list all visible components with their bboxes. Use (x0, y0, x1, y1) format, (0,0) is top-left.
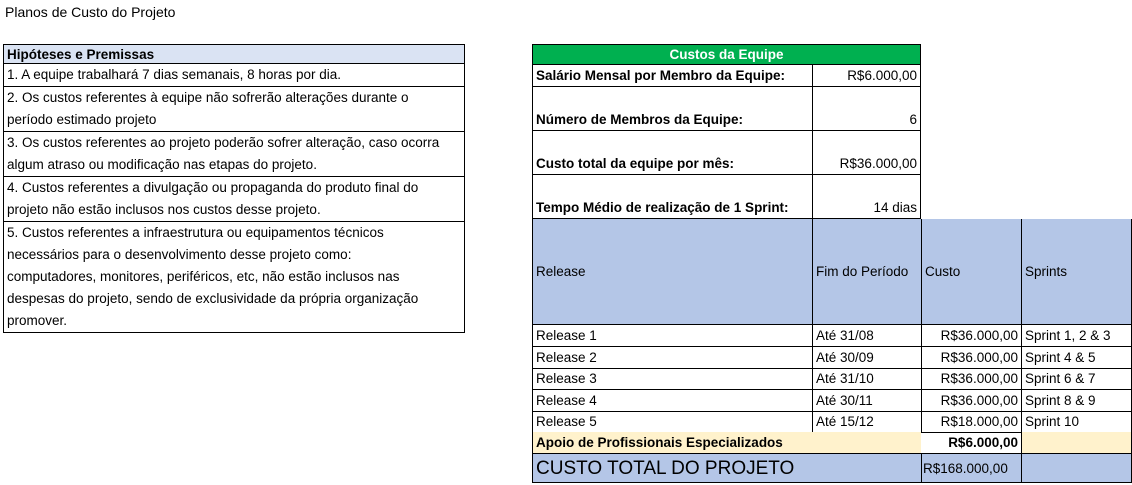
column-header: Sprints (1021, 219, 1132, 325)
release-cell: Até 30/09 (812, 346, 921, 369)
hypothesis-line: período estimado projeto (7, 112, 157, 127)
release-cell: Sprint 8 & 9 (1021, 389, 1132, 412)
hypothesis-item: 5. Custos referentes a infraestrutura ou… (4, 221, 464, 332)
hypothesis-line: 1. A equipe trabalhará 7 dias semanais, … (7, 67, 341, 82)
hypothesis-item: 1. A equipe trabalhará 7 dias semanais, … (4, 64, 464, 86)
column-header: Release (532, 219, 812, 325)
release-cell: R$36.000,00 (921, 368, 1021, 390)
release-cell: R$36.000,00 (921, 389, 1021, 412)
release-cell: Sprint 1, 2 & 3 (1021, 325, 1132, 347)
team-cost-label: Custo total da equipe por mês: (532, 131, 812, 175)
release-cell: Release 2 (532, 346, 812, 369)
hypothesis-line: projeto não estão inclusos nos custos de… (7, 202, 321, 217)
hypothesis-line: 4. Custos referentes a divulgação ou pro… (7, 180, 419, 195)
release-cell: Até 31/10 (812, 368, 921, 390)
support-value: R$6.000,00 (900, 432, 1021, 454)
hypothesis-line: despesas do projeto, sendo de exclusivid… (7, 291, 419, 306)
project-total-value: R$168.000,00 (921, 454, 1021, 483)
hypothesis-line: 2. Os custos referentes à equipe não sof… (7, 90, 409, 105)
hypothesis-line: necessários para o desenvolvimento desse… (7, 247, 352, 262)
team-cost-value: 6 (812, 87, 921, 131)
release-cell: Sprint 6 & 7 (1021, 368, 1132, 390)
release-cell: Até 31/08 (812, 325, 921, 347)
support-blank (1021, 432, 1132, 454)
release-cell: R$18.000,00 (921, 411, 1021, 433)
release-cell: Até 15/12 (812, 411, 921, 433)
hypothesis-item: 2. Os custos referentes à equipe não sof… (4, 86, 464, 131)
hypothesis-line: 3. Os custos referentes ao projeto poder… (7, 135, 440, 150)
release-cell: Release 1 (532, 325, 812, 347)
team-cost-value: 14 dias (812, 175, 921, 219)
team-costs-header: Custos da Equipe (532, 44, 921, 65)
total-blank (1021, 454, 1132, 483)
release-cell: Sprint 10 (1021, 411, 1132, 433)
hypotheses-list: 1. A equipe trabalhará 7 dias semanais, … (3, 64, 465, 333)
release-cell: R$36.000,00 (921, 346, 1021, 369)
column-header: Custo (921, 219, 1021, 325)
column-header: Fim do Período (812, 219, 921, 325)
team-cost-label: Salário Mensal por Membro da Equipe: (532, 65, 812, 87)
release-cell: Release 4 (532, 389, 812, 412)
release-cell: R$36.000,00 (921, 325, 1021, 347)
support-label: Apoio de Profissionais Especializados (532, 432, 921, 454)
hypothesis-line: promover. (7, 313, 68, 328)
team-cost-value: R$6.000,00 (812, 65, 921, 87)
release-cell: Release 3 (532, 368, 812, 390)
release-cell: Até 30/11 (812, 389, 921, 412)
team-cost-value: R$36.000,00 (812, 131, 921, 175)
release-cell: Sprint 4 & 5 (1021, 346, 1132, 369)
hypotheses-header: Hipóteses e Premissas (3, 44, 465, 64)
hypothesis-item: 4. Custos referentes a divulgação ou pro… (4, 176, 464, 221)
team-cost-label: Tempo Médio de realização de 1 Sprint: (532, 175, 812, 219)
release-cell: Release 5 (532, 411, 812, 433)
hypothesis-line: algum atraso ou modificação nas etapas d… (7, 157, 317, 172)
hypothesis-line: computadores, monitores, periféricos, et… (7, 269, 400, 284)
hypothesis-item: 3. Os custos referentes ao projeto poder… (4, 131, 464, 176)
hypothesis-line: 5. Custos referentes a infraestrutura ou… (7, 225, 384, 240)
team-cost-label: Número de Membros da Equipe: (532, 87, 812, 131)
sheet-title: Planos de Custo do Projeto (5, 4, 176, 20)
project-total-label: CUSTO TOTAL DO PROJETO (532, 454, 921, 483)
